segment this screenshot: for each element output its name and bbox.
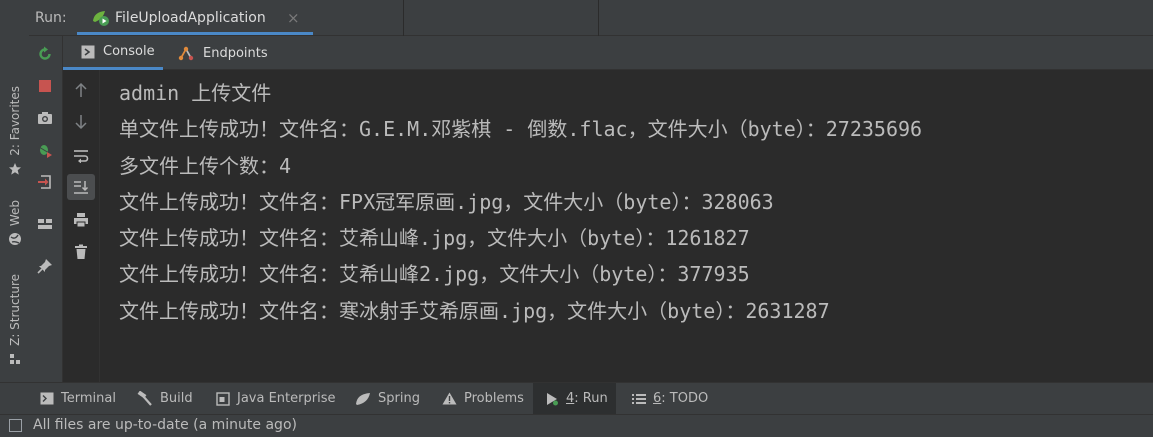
run-label: Run: xyxy=(35,10,67,26)
console-line: 单文件上传成功！文件名：G.E.M.邓紫棋 - 倒数.flac，文件大小（byt… xyxy=(119,117,923,141)
tab-console-label: Console xyxy=(103,44,155,59)
todo-tab-label: : TODO xyxy=(661,391,709,406)
debug-bug-icon[interactable] xyxy=(35,140,55,160)
favorites-label: 2: Favorites xyxy=(7,86,22,156)
structure-label: Z: Structure xyxy=(7,274,22,346)
print-icon[interactable] xyxy=(71,210,91,230)
web-tool-tab[interactable]: Web xyxy=(0,200,29,246)
run-tab-label: : Run xyxy=(574,391,608,406)
tab-console[interactable]: Console xyxy=(63,36,163,70)
scroll-to-end-icon[interactable] xyxy=(67,174,95,200)
console-line: 文件上传成功！文件名：寒冰射手艾希原画.jpg，文件大小（byte）：26312… xyxy=(119,299,830,323)
java-enterprise-icon xyxy=(216,391,230,406)
console-actions xyxy=(63,70,100,382)
run-config-tab[interactable]: FileUploadApplication × xyxy=(77,0,313,35)
console-line: 文件上传成功！文件名：艾希山峰2.jpg，文件大小（byte）：377935 xyxy=(119,262,750,286)
tab-endpoints[interactable]: Endpoints xyxy=(177,36,287,70)
run-tab-title: FileUploadApplication xyxy=(115,10,266,26)
tab-endpoints-label: Endpoints xyxy=(203,45,268,61)
globe-icon xyxy=(8,233,21,246)
console-line: 文件上传成功！文件名：艾希山峰.jpg，文件大小（byte）：1261827 xyxy=(119,226,750,250)
tab-divider xyxy=(403,0,404,36)
console-icon xyxy=(81,45,95,58)
run-tool-tab[interactable]: 4: Run xyxy=(533,383,616,414)
trash-icon[interactable] xyxy=(71,242,91,262)
status-message[interactable]: All files are up-to-date (a minute ago) xyxy=(33,417,297,433)
java-enterprise-label: Java Enterprise xyxy=(237,391,336,406)
terminal-label: Terminal xyxy=(61,391,116,406)
pin-icon[interactable] xyxy=(35,256,55,276)
hammer-icon xyxy=(137,391,152,406)
terminal-icon xyxy=(40,392,54,405)
build-tab[interactable]: Build xyxy=(137,383,193,414)
todo-tab-number: 6 xyxy=(653,391,662,406)
login-exit-icon[interactable] xyxy=(35,172,55,192)
java-enterprise-tab[interactable]: Java Enterprise xyxy=(216,383,335,414)
soft-wrap-icon[interactable] xyxy=(71,146,91,166)
console-output[interactable]: admin 上传文件 单文件上传成功！文件名：G.E.M.邓紫棋 - 倒数.fl… xyxy=(100,70,1153,382)
structure-icon xyxy=(9,353,20,364)
terminal-tab[interactable]: Terminal xyxy=(40,383,116,414)
run-toolbar xyxy=(29,36,63,382)
build-label: Build xyxy=(160,391,193,406)
run-tab-number: 4 xyxy=(566,391,575,406)
spring-leaf-icon xyxy=(356,392,370,405)
console-line: 多文件上传个数：4 xyxy=(119,154,292,178)
problems-tab[interactable]: Problems xyxy=(442,383,524,414)
favorites-tool-tab[interactable]: 2: Favorites xyxy=(0,86,29,176)
arrow-up-icon[interactable] xyxy=(71,80,91,100)
camera-icon[interactable] xyxy=(35,108,55,128)
rerun-icon[interactable] xyxy=(35,44,55,64)
spring-label: Spring xyxy=(378,391,420,406)
todo-tab[interactable]: 6: TODO xyxy=(632,383,708,414)
arrow-down-icon[interactable] xyxy=(71,112,91,132)
spring-tab[interactable]: Spring xyxy=(355,383,420,414)
problems-label: Problems xyxy=(464,391,524,406)
console-line: admin 上传文件 xyxy=(119,81,272,105)
spring-boot-icon xyxy=(93,11,109,26)
toggle-tool-windows-icon[interactable] xyxy=(9,419,22,432)
left-tool-stripe: 2: Favorites Web Z: Structure xyxy=(0,0,30,382)
stop-icon[interactable] xyxy=(35,76,55,96)
console-line: 文件上传成功！文件名：FPX冠军原画.jpg，文件大小（byte）：328063 xyxy=(119,190,774,214)
bottom-tool-window-bar: Terminal Build Java Enterprise Spring Pr… xyxy=(0,382,1153,414)
web-label: Web xyxy=(7,200,22,227)
todo-list-icon xyxy=(632,393,646,404)
status-bar: All files are up-to-date (a minute ago) xyxy=(0,414,1153,437)
endpoints-icon xyxy=(178,46,194,61)
warning-icon xyxy=(442,392,457,405)
play-icon xyxy=(547,392,558,405)
close-tab-icon[interactable]: × xyxy=(287,9,300,27)
console-tab-row: Console Endpoints xyxy=(63,36,1153,70)
structure-tool-tab[interactable]: Z: Structure xyxy=(0,274,29,366)
layout-icon[interactable] xyxy=(35,214,55,234)
star-icon xyxy=(8,162,21,175)
tab-divider xyxy=(598,0,599,36)
run-window-header: Run: FileUploadApplication × xyxy=(29,0,1153,36)
